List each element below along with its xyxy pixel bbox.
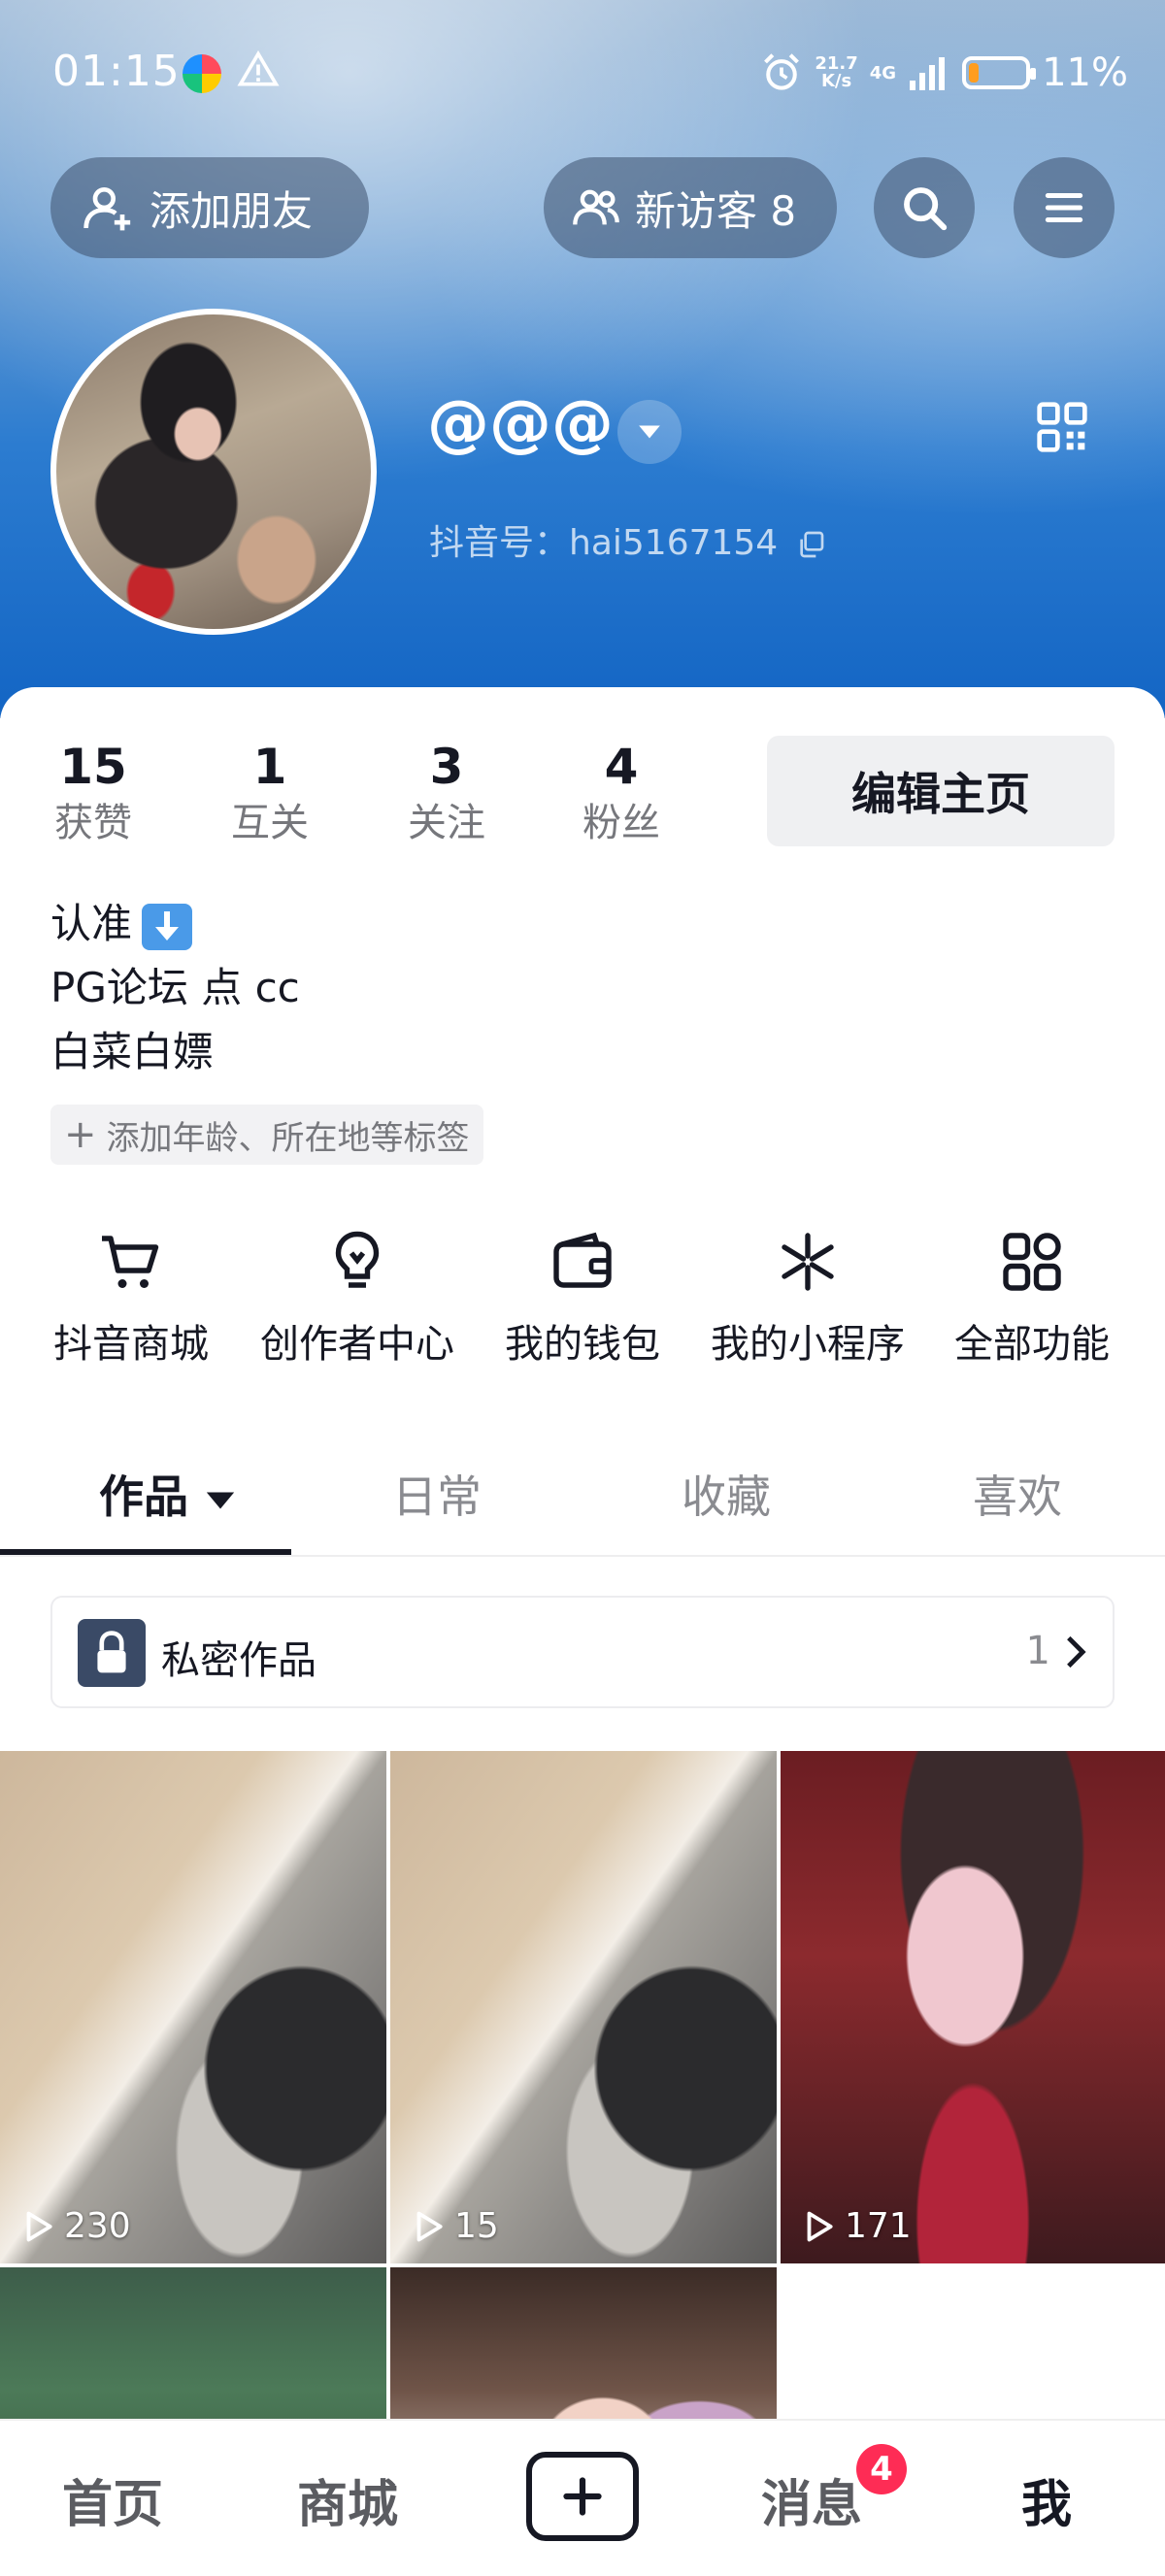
app-notification-icon (183, 54, 221, 93)
function-wallet[interactable]: 我的钱包 (471, 1227, 694, 1369)
battery-icon (962, 56, 1037, 89)
function-shop[interactable]: 抖音商城 (19, 1227, 243, 1369)
stat-followers-label: 粉丝 (582, 801, 660, 845)
video-thumbnail[interactable]: 230 (0, 1751, 386, 2263)
add-tags-label: 添加年龄、所在地等标签 (106, 1118, 470, 1158)
mini-program-icon (782, 1233, 834, 1291)
menu-icon (1045, 193, 1083, 222)
grid-icon (1003, 1233, 1061, 1291)
visitors-icon (573, 189, 619, 225)
stat-followers-value: 4 (604, 739, 639, 795)
wallet-icon (553, 1232, 612, 1288)
signal-icon (910, 57, 946, 90)
douyin-id-text: 抖音号：hai5167154 (429, 523, 779, 563)
play-count-value: 230 (64, 2206, 131, 2246)
function-mini-programs[interactable]: 我的小程序 (696, 1227, 919, 1369)
nav-me[interactable]: 我 (1021, 2463, 1072, 2536)
bio-line-1-text: 认准 (50, 900, 133, 947)
play-count: 15 (410, 2206, 499, 2246)
warning-icon (237, 50, 280, 86)
stat-following-value: 3 (429, 739, 464, 795)
nav-messages[interactable]: 消息 (761, 2463, 862, 2536)
private-works-entry[interactable]: 私密作品 1 (50, 1596, 1115, 1708)
status-bar: 01:15 21.7 K/s 4G 11% (0, 0, 1165, 146)
new-visitors-label: 新访客 8 (635, 186, 797, 235)
nickname[interactable]: @@@ (427, 388, 614, 460)
network-speed: 21.7 K/s (815, 55, 857, 90)
tab-daily[interactable]: 日常 (392, 1462, 482, 1526)
function-mini-programs-label: 我的小程序 (711, 1322, 905, 1367)
tab-works-label: 作品 (99, 1470, 188, 1523)
tab-divider (0, 1555, 1165, 1557)
bio-line-2: PG论坛 点 cc (50, 964, 300, 1011)
douyin-id[interactable]: 抖音号：hai5167154 (429, 514, 826, 565)
cart-icon (102, 1236, 159, 1288)
stat-following[interactable]: 3 关注 (379, 738, 515, 850)
bio-line-1: 认准 (50, 895, 193, 953)
play-count: 230 (19, 2206, 131, 2246)
lock-icon (78, 1619, 146, 1687)
plus-icon (563, 2477, 602, 2516)
search-icon (904, 187, 948, 231)
create-button[interactable] (526, 2452, 639, 2541)
video-thumbnail[interactable]: 171 (781, 1751, 1165, 2263)
add-tags-button[interactable]: + 添加年龄、所在地等标签 (50, 1105, 483, 1165)
account-switch-button[interactable] (617, 400, 682, 464)
stat-following-label: 关注 (408, 801, 485, 845)
stat-likes-label: 获赞 (54, 801, 132, 845)
nav-home[interactable]: 首页 (62, 2463, 163, 2536)
private-works-label: 私密作品 (161, 1638, 316, 1683)
play-icon (26, 2211, 52, 2241)
stat-followers[interactable]: 4 粉丝 (553, 738, 689, 850)
add-friend-label: 添加朋友 (150, 186, 314, 235)
function-wallet-label: 我的钱包 (505, 1322, 660, 1367)
private-works-count: 1 (1025, 1629, 1050, 1673)
stat-likes-value: 15 (59, 739, 127, 795)
stat-likes[interactable]: 15 获赞 (25, 738, 161, 850)
function-all-label: 全部功能 (954, 1322, 1110, 1367)
play-count-value: 171 (845, 2206, 912, 2246)
bio-line-3: 白菜白嫖 (50, 1028, 215, 1075)
tab-favorites[interactable]: 收藏 (682, 1462, 771, 1526)
network-type: 4G (869, 62, 897, 83)
qr-code-icon[interactable] (1035, 400, 1089, 454)
function-creator-center-label: 创作者中心 (260, 1322, 454, 1367)
caret-down-icon (206, 1492, 235, 1508)
tab-works[interactable]: 作品 (99, 1462, 237, 1526)
tab-likes[interactable]: 喜欢 (973, 1462, 1062, 1526)
add-user-icon (83, 187, 131, 231)
video-thumbnail[interactable]: 15 (390, 1751, 777, 2263)
battery-percent: 11% (1042, 50, 1128, 95)
lightbulb-icon (335, 1231, 380, 1288)
nav-mall[interactable]: 商城 (297, 2463, 398, 2536)
function-all[interactable]: 全部功能 (920, 1227, 1144, 1369)
play-count: 171 (800, 2206, 912, 2246)
chevron-down-icon (639, 425, 660, 439)
play-icon (807, 2211, 833, 2241)
stat-mutual[interactable]: 1 互关 (202, 738, 338, 850)
search-button[interactable] (874, 157, 975, 258)
new-visitors-button[interactable]: 新访客 8 (544, 157, 837, 258)
avatar[interactable] (50, 309, 377, 635)
function-shop-label: 抖音商城 (53, 1322, 209, 1367)
battery-level (969, 63, 980, 83)
status-time: 01:15 (52, 47, 181, 96)
function-creator-center[interactable]: 创作者中心 (246, 1227, 469, 1369)
arrow-down-emoji-icon (142, 903, 193, 950)
network-speed-unit: K/s (820, 71, 852, 91)
chevron-right-icon (1067, 1635, 1086, 1668)
menu-button[interactable] (1014, 157, 1115, 258)
stat-mutual-label: 互关 (231, 801, 309, 845)
add-friend-button[interactable]: 添加朋友 (50, 157, 369, 258)
plus-icon: + (64, 1112, 97, 1157)
alarm-icon (764, 53, 800, 90)
messages-badge: 4 (856, 2444, 907, 2494)
edit-profile-button[interactable]: 编辑主页 (767, 736, 1115, 846)
bottom-navigation: 首页 商城 消息 4 我 (0, 2419, 1165, 2576)
play-icon (416, 2211, 443, 2241)
copy-icon[interactable] (795, 529, 826, 560)
play-count-value: 15 (454, 2206, 499, 2246)
stat-mutual-value: 1 (252, 739, 287, 795)
